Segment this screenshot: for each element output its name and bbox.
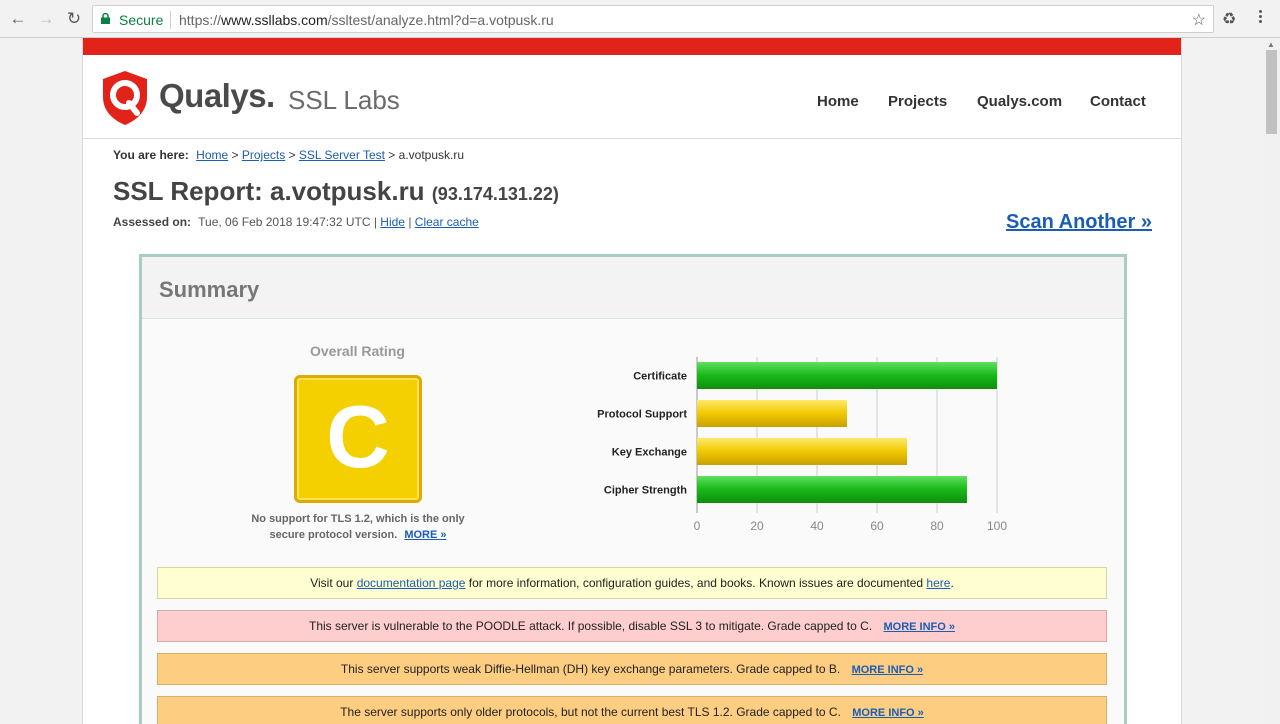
- poodle-more-info-link[interactable]: MORE INFO »: [884, 621, 956, 633]
- breadcrumb-ssl-server-test[interactable]: SSL Server Test: [299, 148, 385, 162]
- address-bar[interactable]: Secure https://www.ssllabs.com/ssltest/a…: [92, 5, 1214, 33]
- url-path: /ssltest/analyze.html?d=a.votpusk.ru: [327, 12, 554, 28]
- site-header: Qualys. SSL Labs Home Projects Qualys.co…: [83, 55, 1181, 139]
- known-issues-link[interactable]: here: [926, 576, 950, 590]
- top-red-bar: [83, 38, 1181, 55]
- url-scheme: https://: [179, 12, 222, 28]
- grade-letter: C: [326, 387, 390, 486]
- dh-text: This server supports weak Diffie-Hellman…: [340, 662, 841, 676]
- page-title: SSL Report: a.votpusk.ru (93.174.131.22): [113, 176, 559, 207]
- notice-documentation: Visit our documentation page for more in…: [157, 567, 1107, 599]
- chart-tick-label: 0: [694, 519, 701, 533]
- chart-bar-protocol-support: [697, 400, 847, 427]
- logo-subtitle[interactable]: SSL Labs: [288, 85, 400, 116]
- notice-weak-dh: This server supports weak Diffie-Hellman…: [157, 653, 1107, 685]
- nav-home[interactable]: Home: [817, 93, 859, 110]
- chart-bar-key-exchange: [697, 438, 907, 465]
- browser-toolbar: ← → ↻ Secure https://www.ssllabs.com/ssl…: [0, 0, 1280, 38]
- clear-cache-link[interactable]: Clear cache: [415, 215, 479, 229]
- chart-tick-label: 80: [930, 519, 944, 533]
- notice-old-protocols: The server supports only older protocols…: [157, 696, 1107, 724]
- doc-pre: Visit our: [310, 576, 354, 590]
- forward-arrow-icon[interactable]: →: [36, 9, 56, 29]
- dh-more-info-link[interactable]: MORE INFO »: [852, 664, 924, 676]
- bookmark-star-icon[interactable]: ☆: [1192, 10, 1206, 30]
- chart-bar-cipher-strength: [697, 476, 967, 503]
- reload-icon[interactable]: ↻: [64, 9, 84, 29]
- breadcrumb-projects[interactable]: Projects: [242, 148, 285, 162]
- chart-category-label: Certificate: [633, 371, 687, 383]
- back-arrow-icon[interactable]: ←: [8, 9, 28, 29]
- summary-title: Summary: [159, 277, 260, 302]
- overall-rating-label: Overall Rating: [310, 343, 405, 359]
- browser-menu-icon[interactable]: [1252, 8, 1268, 28]
- chart-tick-label: 100: [987, 519, 1007, 533]
- report-ip: (93.174.131.22): [431, 184, 559, 204]
- qualys-shield-icon[interactable]: [99, 69, 151, 127]
- scroll-thumb[interactable]: [1266, 50, 1277, 134]
- tls-text: The server supports only older protocols…: [340, 705, 841, 719]
- summary-panel: Summary Overall Rating C No support for …: [139, 254, 1127, 724]
- summary-header: Summary: [142, 257, 1124, 319]
- documentation-link[interactable]: documentation page: [357, 576, 466, 590]
- url-host: www.ssllabs.com: [221, 12, 328, 28]
- grade-more-link[interactable]: MORE »: [404, 529, 446, 541]
- breadcrumb-home[interactable]: Home: [196, 148, 228, 162]
- extension-recycle-icon[interactable]: ♻: [1222, 9, 1236, 29]
- omnibox-divider: [170, 11, 171, 29]
- lock-icon: [101, 13, 110, 24]
- breadcrumb-current: a.votpusk.ru: [398, 148, 465, 162]
- grade-note: No support for TLS 1.2, which is the onl…: [238, 511, 478, 543]
- url-text[interactable]: https://www.ssllabs.com/ssltest/analyze.…: [179, 12, 554, 28]
- grade-badge: C: [294, 375, 422, 503]
- logo-text[interactable]: Qualys.: [159, 77, 275, 115]
- assessed-value: Tue, 06 Feb 2018 19:47:32 UTC: [198, 215, 371, 229]
- poodle-text: This server is vulnerable to the POODLE …: [308, 619, 873, 633]
- nav-projects[interactable]: Projects: [888, 93, 947, 110]
- chart-tick-label: 20: [750, 519, 764, 533]
- notice-poodle: This server is vulnerable to the POODLE …: [157, 610, 1107, 642]
- assessed-line: Assessed on: Tue, 06 Feb 2018 19:47:32 U…: [113, 215, 479, 229]
- breadcrumb-prefix: You are here:: [113, 148, 189, 162]
- chart-category-label: Cipher Strength: [604, 485, 687, 497]
- scroll-up-icon[interactable]: ▲: [1267, 40, 1275, 49]
- breadcrumb: You are here: Home > Projects > SSL Serv…: [113, 148, 465, 162]
- hide-link[interactable]: Hide: [380, 215, 405, 229]
- nav-contact[interactable]: Contact: [1090, 93, 1146, 110]
- assessed-label: Assessed on:: [113, 215, 192, 229]
- scan-another-link[interactable]: Scan Another »: [1006, 211, 1152, 234]
- page-scrollbar[interactable]: ▲: [1263, 38, 1280, 724]
- chart-category-label: Key Exchange: [612, 447, 687, 459]
- chart-category-label: Protocol Support: [597, 409, 687, 421]
- tls-more-info-link[interactable]: MORE INFO »: [852, 707, 924, 719]
- chart-tick-label: 40: [810, 519, 824, 533]
- rating-bar-chart: 0 20 40 60 80 100 Certificate Protocol Support K…: [597, 357, 1007, 533]
- chart-bar-certificate: [697, 362, 997, 389]
- page: Qualys. SSL Labs Home Projects Qualys.co…: [82, 38, 1182, 724]
- chart-tick-label: 60: [870, 519, 884, 533]
- doc-post: for more information, configuration guid…: [468, 576, 924, 590]
- report-title: SSL Report: a.votpusk.ru: [113, 176, 425, 206]
- secure-label: Secure: [119, 12, 164, 28]
- nav-qualys[interactable]: Qualys.com: [977, 93, 1062, 110]
